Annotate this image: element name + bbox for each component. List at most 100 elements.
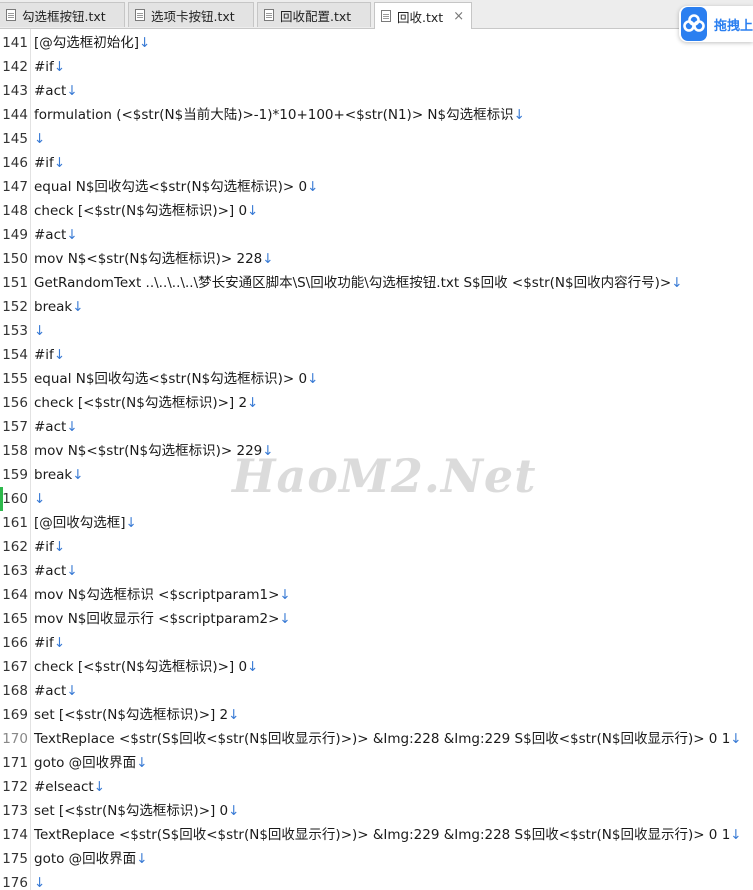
code-text: goto @回收界面↓ [34,751,148,775]
code-line[interactable]: 153 ↓ [0,319,753,343]
code-line[interactable]: 144 formulation (<$str(N$当前大陆)>-1)*10+100… [0,103,753,127]
code-line[interactable]: 168 #act↓ [0,679,753,703]
line-end-arrow-icon: ↓ [72,299,84,315]
code-line[interactable]: 143 #act↓ [0,79,753,103]
code-content: #act [34,83,67,99]
line-end-arrow-icon: ↓ [247,203,259,219]
code-text: #if↓ [34,55,65,79]
line-end-arrow-icon: ↓ [262,251,274,267]
code-line[interactable]: 147 equal N$回收勾选<$str(N$勾选框标识)> 0↓ [0,175,753,199]
code-line[interactable]: 171 goto @回收界面↓ [0,751,753,775]
line-number: 147 [2,179,28,195]
code-content: #if [34,347,54,363]
tab-recycle-config-txt[interactable]: 回收配置.txt [257,2,371,27]
line-end-arrow-icon: ↓ [53,347,66,363]
code-text: ↓ [34,319,45,343]
code-content: mov N$<$str(N$勾选框标识)> 229 [34,443,263,459]
line-number: 141 [2,35,28,51]
code-line[interactable]: 156 check [<$str(N$勾选框标识)>] 2↓ [0,391,753,415]
code-line[interactable]: 149 #act↓ [0,223,753,247]
code-content: set [<$str(N$勾选框标识)>] 0 [34,803,229,819]
code-text: GetRandomText ..\..\..\..\梦长安通区脚本\S\回收功能… [34,271,683,295]
code-line[interactable]: 166 #if↓ [0,631,753,655]
code-content: #if [34,635,54,651]
line-end-arrow-icon: ↓ [53,155,66,171]
close-tab-icon[interactable]: × [453,9,464,24]
line-end-arrow-icon: ↓ [513,107,525,123]
line-number: 164 [2,587,28,603]
line-number: 149 [2,227,28,243]
code-line[interactable]: 164 mov N$勾选框标识 <$scriptparam1>↓ [0,583,753,607]
code-line[interactable]: 155 equal N$回收勾选<$str(N$勾选框标识)> 0↓ [0,367,753,391]
code-text: #if↓ [34,343,65,367]
line-end-arrow-icon: ↓ [671,275,683,291]
code-content: goto @回收界面 [34,851,137,867]
code-line[interactable]: 154 #if↓ [0,343,753,367]
line-number: 153 [2,323,28,339]
code-line[interactable]: 163 #act↓ [0,559,753,583]
code-line[interactable]: 142 #if↓ [0,55,753,79]
code-line[interactable]: 150 mov N$<$str(N$勾选框标识)> 228↓ [0,247,753,271]
file-icon [381,10,391,22]
code-line[interactable]: 165 mov N$回收显示行 <$scriptparam2>↓ [0,607,753,631]
line-number: 159 [2,467,28,483]
code-line[interactable]: 161 [@回收勾选框]↓ [0,511,753,535]
code-editor[interactable]: 141 [@勾选框初始化]↓ 142 #if↓ 143 #act↓ 144 formulati… [0,29,753,890]
tab-option-button-txt[interactable]: 选项卡按钮.txt [128,2,254,27]
code-line[interactable]: 167 check [<$str(N$勾选框标识)>] 0↓ [0,655,753,679]
code-content: equal N$回收勾选<$str(N$勾选框标识)> 0 [34,179,308,195]
line-number: 160 [2,491,28,507]
code-text: equal N$回收勾选<$str(N$勾选框标识)> 0↓ [34,175,318,199]
code-text: #if↓ [34,631,65,655]
code-text: mov N$<$str(N$勾选框标识)> 228↓ [34,247,274,271]
code-text: ↓ [34,871,45,890]
code-line[interactable]: 169 set [<$str(N$勾选框标识)>] 2↓ [0,703,753,727]
code-text: formulation (<$str(N$当前大陆)>-1)*10+100+<$… [34,103,525,127]
code-line[interactable]: 152 break↓ [0,295,753,319]
code-text: check [<$str(N$勾选框标识)>] 2↓ [34,391,258,415]
code-content: check [<$str(N$勾选框标识)>] 0 [34,203,248,219]
tab-bar: 勾选框按钮.txt 选项卡按钮.txt 回收配置.txt 回收.txt × [0,0,753,29]
line-number: 157 [2,419,28,435]
code-content: mov N$回收显示行 <$scriptparam2> [34,611,280,627]
code-line[interactable]: 148 check [<$str(N$勾选框标识)>] 0↓ [0,199,753,223]
tab-checkbox-button-txt[interactable]: 勾选框按钮.txt [0,2,125,27]
code-line[interactable]: 141 [@勾选框初始化]↓ [0,31,753,55]
line-number: 144 [2,107,28,123]
line-number: 176 [2,875,28,890]
code-line[interactable]: 170 TextReplace <$str(S$回收<$str(N$回收显示行)>… [0,727,753,751]
code-line[interactable]: 151 GetRandomText ..\..\..\..\梦长安通区脚本\S\回… [0,271,753,295]
line-number: 172 [2,779,28,795]
code-line[interactable]: 146 #if↓ [0,151,753,175]
code-line[interactable]: 157 #act↓ [0,415,753,439]
code-text: [@回收勾选框]↓ [34,511,137,535]
line-end-arrow-icon: ↓ [53,539,66,555]
code-line[interactable]: 174 TextReplace <$str(S$回收<$str(N$回收显示行)>… [0,823,753,847]
line-number: 173 [2,803,28,819]
line-number: 146 [2,155,28,171]
line-end-arrow-icon: ↓ [136,851,148,867]
code-text: [@勾选框初始化]↓ [34,31,150,55]
code-content: check [<$str(N$勾选框标识)>] 0 [34,659,248,675]
code-text: equal N$回收勾选<$str(N$勾选框标识)> 0↓ [34,367,318,391]
code-line[interactable]: 176 ↓ [0,871,753,890]
code-line[interactable]: 145 ↓ [0,127,753,151]
file-icon [264,9,274,21]
line-end-arrow-icon: ↓ [247,659,259,675]
code-line[interactable]: 173 set [<$str(N$勾选框标识)>] 0↓ [0,799,753,823]
line-end-arrow-icon: ↓ [279,587,291,603]
code-content: #act [34,419,67,435]
code-line[interactable]: 172 #elseact↓ [0,775,753,799]
code-content: goto @回收界面 [34,755,137,771]
tab-recycle-txt[interactable]: 回收.txt × [374,2,472,29]
code-text: #act↓ [34,559,78,583]
code-content: #if [34,155,54,171]
line-end-arrow-icon: ↓ [34,491,46,507]
code-line[interactable]: 175 goto @回收界面↓ [0,847,753,871]
code-line[interactable]: 162 #if↓ [0,535,753,559]
file-icon [135,9,145,21]
line-number: 165 [2,611,28,627]
line-number: 150 [2,251,28,267]
line-end-arrow-icon: ↓ [730,827,742,843]
line-end-arrow-icon: ↓ [34,323,46,339]
